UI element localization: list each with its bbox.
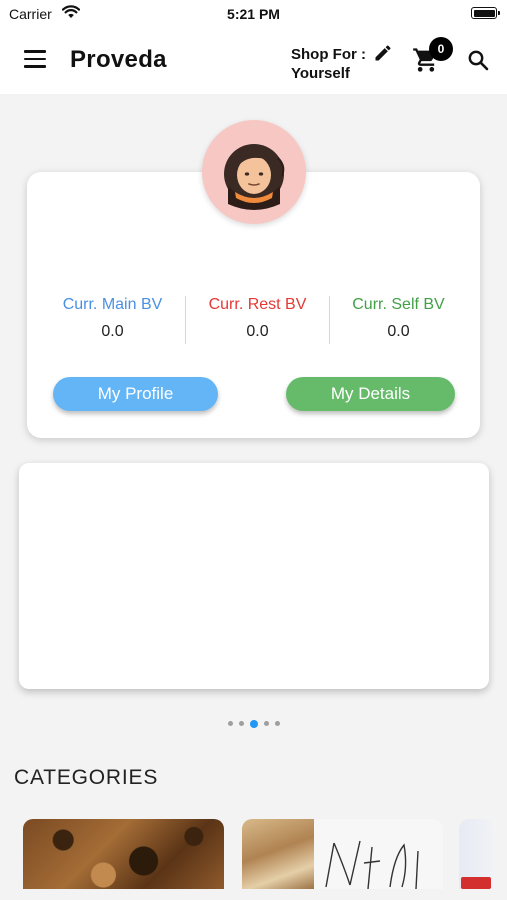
stat-main-bv-value: 0.0 — [101, 323, 124, 340]
stat-main-bv-label: Curr. Main BV — [62, 296, 163, 313]
shop-for-label: Shop For : — [291, 46, 366, 63]
menu-icon[interactable] — [24, 50, 46, 68]
app-title: Proveda — [70, 46, 167, 73]
status-bar: Carrier 5:21 PM — [0, 0, 507, 28]
stat-rest-bv: Curr. Rest BV 0.0 — [182, 296, 333, 341]
stat-rest-bv-value: 0.0 — [246, 323, 269, 340]
avatar-illustration-icon — [224, 144, 285, 210]
category-tile[interactable] — [23, 819, 224, 889]
status-time: 5:21 PM — [227, 6, 280, 22]
categories-heading: CATEGORIES — [14, 766, 159, 789]
stat-rest-bv-label: Curr. Rest BV — [208, 296, 307, 313]
carousel-indicator — [0, 715, 507, 728]
cart-icon — [412, 48, 440, 78]
app-bar: Proveda Shop For : Yourself 0 — [0, 28, 507, 94]
category-image — [461, 877, 491, 889]
category-image-script — [320, 837, 440, 889]
stat-self-bv-label: Curr. Self BV — [352, 296, 445, 313]
edit-icon[interactable] — [373, 43, 393, 68]
carousel-dot[interactable] — [274, 721, 280, 727]
banner-carousel[interactable] — [19, 463, 489, 689]
my-details-button[interactable]: My Details — [286, 377, 455, 411]
shop-for-selector[interactable]: Shop For : Yourself — [291, 45, 366, 83]
carousel-dot[interactable] — [227, 721, 233, 727]
carousel-dot-active[interactable] — [249, 719, 258, 728]
stat-self-bv: Curr. Self BV 0.0 — [323, 296, 474, 341]
search-icon[interactable] — [466, 48, 490, 77]
category-image — [242, 819, 314, 889]
carousel-dot[interactable] — [238, 721, 244, 727]
category-tile[interactable] — [459, 819, 493, 889]
category-tile[interactable] — [242, 819, 443, 889]
cart-count-badge: 0 — [429, 37, 453, 61]
shop-for-value: Yourself — [291, 65, 350, 82]
stat-self-bv-value: 0.0 — [387, 323, 410, 340]
bv-stats: Curr. Main BV 0.0 Curr. Rest BV 0.0 Curr… — [27, 296, 480, 346]
stat-main-bv: Curr. Main BV 0.0 — [37, 296, 188, 341]
carousel-dot[interactable] — [263, 721, 269, 727]
battery-icon — [471, 7, 500, 19]
my-profile-button[interactable]: My Profile — [53, 377, 218, 411]
avatar[interactable] — [202, 120, 306, 224]
